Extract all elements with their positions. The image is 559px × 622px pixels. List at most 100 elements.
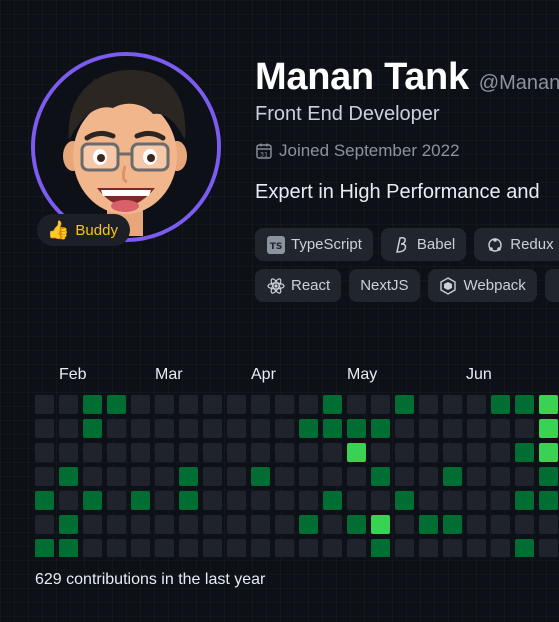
contribution-cell[interactable] [155,395,174,414]
contribution-cell[interactable] [131,539,150,557]
contribution-cell[interactable] [155,539,174,557]
contribution-cell[interactable] [395,467,414,486]
contribution-cell[interactable] [83,419,102,438]
contribution-cell[interactable] [491,395,510,414]
contribution-cell[interactable] [107,515,126,534]
contribution-cell[interactable] [443,419,462,438]
contribution-cell[interactable] [131,467,150,486]
contribution-cell[interactable] [539,395,558,414]
contribution-cell[interactable] [539,491,558,510]
contribution-cell[interactable] [419,491,438,510]
contribution-cell[interactable] [539,419,558,438]
contribution-cell[interactable] [275,539,294,557]
contribution-cell[interactable] [323,443,342,462]
contribution-cell[interactable] [347,491,366,510]
contribution-cell[interactable] [491,539,510,557]
contribution-cell[interactable] [251,419,270,438]
contribution-cell[interactable] [227,539,246,557]
contribution-cell[interactable] [59,467,78,486]
contribution-cell[interactable] [35,419,54,438]
contribution-cell[interactable] [83,467,102,486]
contribution-cell[interactable] [347,467,366,486]
contribution-cell[interactable] [467,419,486,438]
contribution-cell[interactable] [395,539,414,557]
contribution-cell[interactable] [179,515,198,534]
contribution-cell[interactable] [419,515,438,534]
contribution-cell[interactable] [35,539,54,557]
contribution-cell[interactable] [515,539,534,557]
contribution-cell[interactable] [347,539,366,557]
contribution-cell[interactable] [179,443,198,462]
contribution-cell[interactable] [299,467,318,486]
contribution-cell[interactable] [371,539,390,557]
contribution-cell[interactable] [467,491,486,510]
contribution-cell[interactable] [395,395,414,414]
contribution-cell[interactable] [227,515,246,534]
contribution-cell[interactable] [203,419,222,438]
contribution-cell[interactable] [155,515,174,534]
contribution-cell[interactable] [515,419,534,438]
contribution-cell[interactable] [179,539,198,557]
contribution-cell[interactable] [491,419,510,438]
contribution-cell[interactable] [419,443,438,462]
contribution-cell[interactable] [395,515,414,534]
contribution-cell[interactable] [515,491,534,510]
tag-react[interactable]: React [255,269,342,302]
tag-babel[interactable]: Babel [380,228,467,261]
contribution-cell[interactable] [491,515,510,534]
tag-more[interactable] [544,269,559,302]
contribution-cell[interactable] [59,491,78,510]
contribution-cell[interactable] [251,515,270,534]
contribution-cell[interactable] [515,395,534,414]
contribution-cell[interactable] [539,443,558,462]
contribution-cell[interactable] [227,443,246,462]
contribution-cell[interactable] [347,515,366,534]
contribution-cell[interactable] [83,539,102,557]
contribution-cell[interactable] [131,419,150,438]
contribution-cell[interactable] [227,467,246,486]
contribution-cell[interactable] [275,467,294,486]
contribution-cell[interactable] [371,443,390,462]
contribution-cell[interactable] [155,491,174,510]
contribution-cell[interactable] [443,539,462,557]
contribution-cell[interactable] [35,395,54,414]
contribution-cell[interactable] [323,395,342,414]
contribution-cell[interactable] [467,515,486,534]
contribution-cell[interactable] [179,467,198,486]
contribution-cell[interactable] [83,491,102,510]
contribution-cell[interactable] [107,443,126,462]
contribution-cell[interactable] [107,491,126,510]
contribution-cell[interactable] [275,395,294,414]
contribution-cell[interactable] [227,395,246,414]
contribution-cell[interactable] [35,443,54,462]
contribution-cell[interactable] [275,443,294,462]
contribution-cell[interactable] [107,467,126,486]
contribution-cell[interactable] [539,467,558,486]
contribution-cell[interactable] [539,539,558,557]
contribution-cell[interactable] [155,443,174,462]
contribution-cell[interactable] [275,515,294,534]
contribution-cell[interactable] [515,443,534,462]
contribution-cell[interactable] [107,419,126,438]
contribution-cell[interactable] [323,515,342,534]
contribution-cell[interactable] [371,491,390,510]
contribution-cell[interactable] [443,467,462,486]
contribution-cell[interactable] [299,443,318,462]
contribution-cell[interactable] [467,395,486,414]
contribution-cell[interactable] [371,419,390,438]
contribution-cell[interactable] [323,539,342,557]
contribution-cell[interactable] [59,419,78,438]
contribution-cell[interactable] [443,491,462,510]
contribution-cell[interactable] [107,539,126,557]
avatar[interactable]: 👍 Buddy [31,52,221,246]
contribution-cell[interactable] [395,491,414,510]
contribution-cell[interactable] [275,491,294,510]
contribution-cell[interactable] [59,539,78,557]
contribution-cell[interactable] [491,491,510,510]
contribution-cell[interactable] [299,491,318,510]
contribution-cell[interactable] [251,395,270,414]
contribution-cell[interactable] [395,419,414,438]
contribution-cell[interactable] [83,443,102,462]
contribution-cell[interactable] [179,395,198,414]
contribution-cell[interactable] [155,419,174,438]
